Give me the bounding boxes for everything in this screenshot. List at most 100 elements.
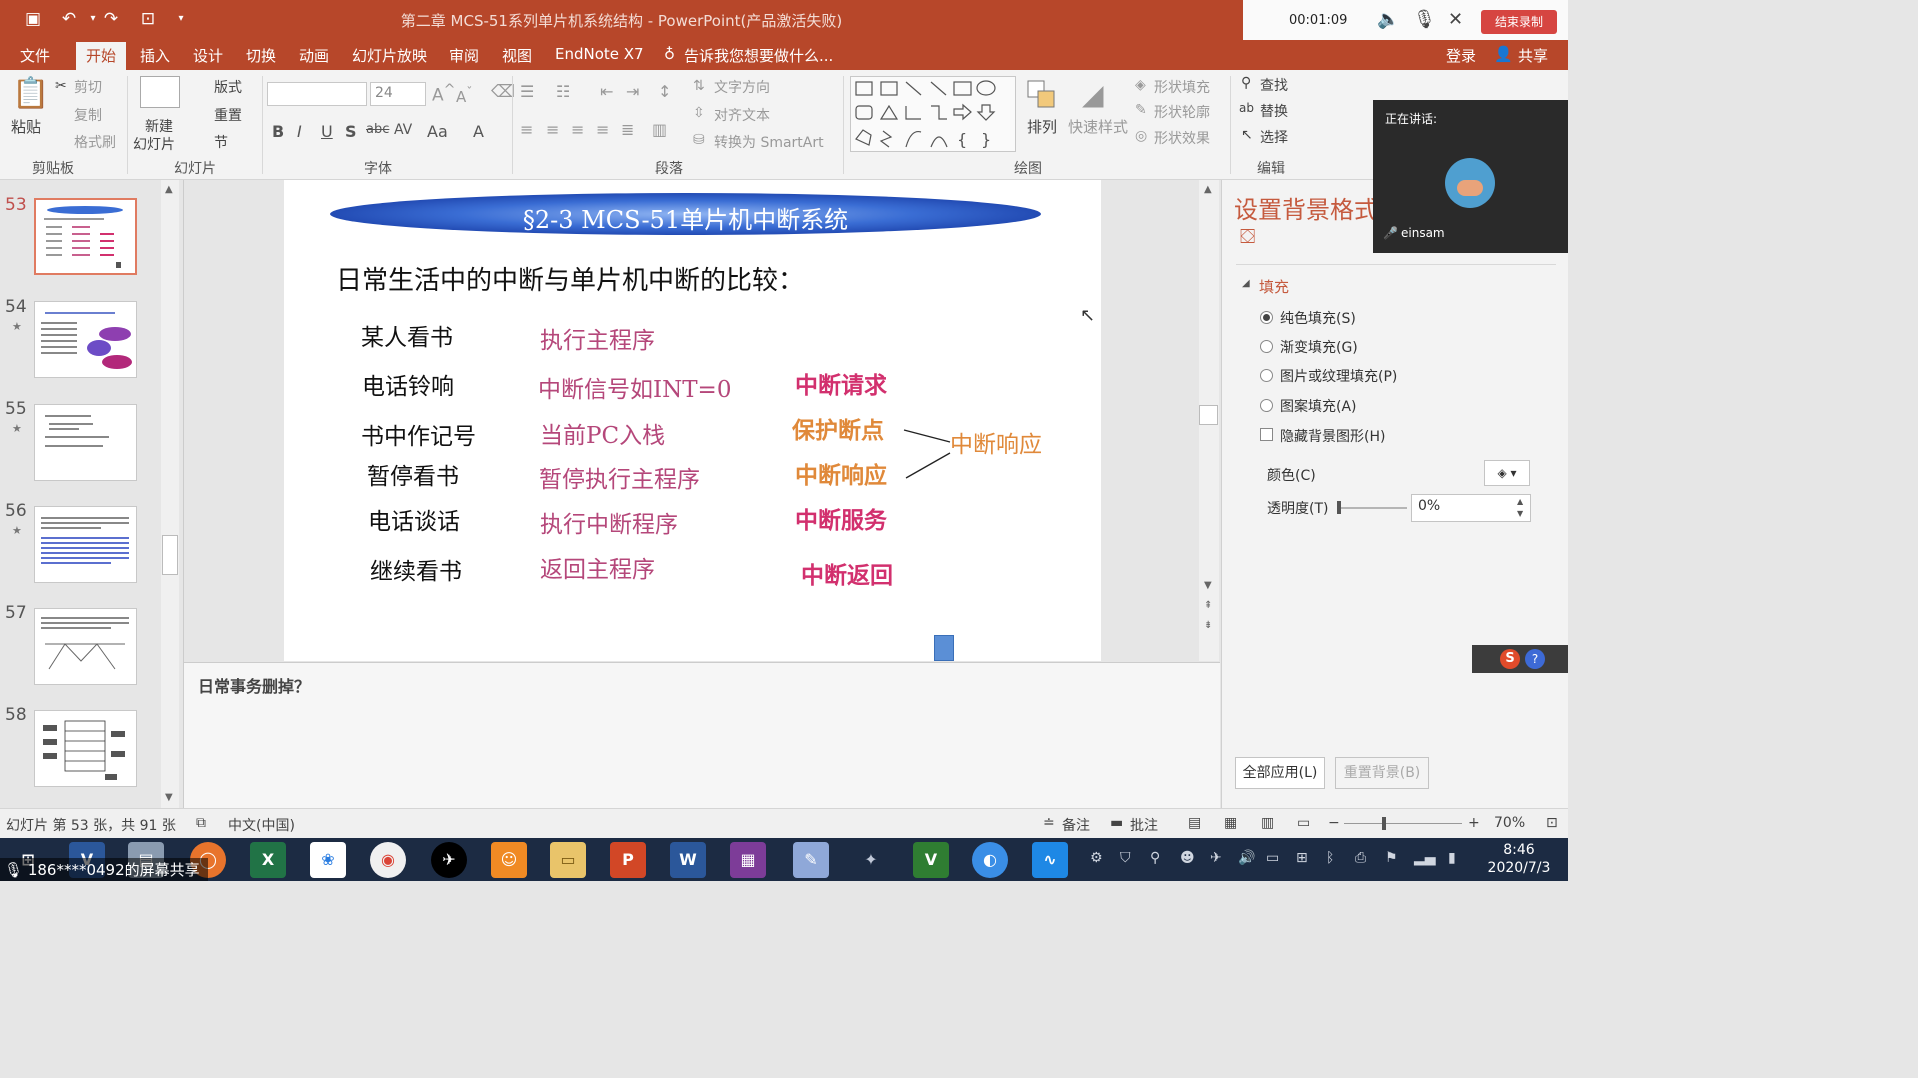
- picture-fill-radio[interactable]: [1260, 369, 1273, 382]
- collapse-icon[interactable]: ◢: [1242, 278, 1250, 289]
- shape-effects-button[interactable]: 形状效果: [1154, 128, 1210, 148]
- distributed-icon[interactable]: ≣: [621, 120, 634, 139]
- tab-view[interactable]: 视图: [502, 45, 532, 66]
- share-button[interactable]: 共享: [1518, 45, 1548, 66]
- planet-app-icon[interactable]: ◐: [972, 842, 1008, 878]
- align-right-icon[interactable]: ≡: [571, 120, 584, 139]
- pattern-fill-radio[interactable]: [1260, 399, 1273, 412]
- cut-button[interactable]: 剪切: [74, 77, 102, 97]
- hide-background-checkbox[interactable]: [1260, 428, 1273, 441]
- sogou-icon[interactable]: S: [1500, 649, 1520, 669]
- notes-button[interactable]: 备注: [1062, 815, 1090, 835]
- tab-file[interactable]: 文件: [20, 45, 50, 66]
- word-app-icon[interactable]: W: [670, 842, 706, 878]
- arrange-button[interactable]: 排列: [1027, 116, 1057, 137]
- arrange-icon[interactable]: [1025, 78, 1059, 112]
- qq-kids-app-icon[interactable]: ☺: [491, 842, 527, 878]
- tab-insert[interactable]: 插入: [140, 45, 170, 66]
- solid-fill-radio[interactable]: [1260, 311, 1273, 324]
- cloud-app-icon[interactable]: ❀: [310, 842, 346, 878]
- thumbnail-slide-58[interactable]: [34, 710, 137, 787]
- find-button[interactable]: 查找: [1260, 75, 1288, 95]
- slide-sorter-icon[interactable]: ▦: [1224, 815, 1237, 831]
- quick-styles-button[interactable]: 快速样式: [1068, 116, 1128, 137]
- v5-app-icon[interactable]: V: [913, 842, 949, 878]
- shrink-font-icon[interactable]: Aˇ: [456, 84, 473, 106]
- excel-app-icon[interactable]: X: [250, 842, 286, 878]
- font-size-select[interactable]: 24: [370, 82, 426, 106]
- zoom-in-icon[interactable]: +: [1468, 815, 1480, 831]
- tab-review[interactable]: 审阅: [449, 45, 479, 66]
- vpn-app-icon[interactable]: ✈: [431, 842, 467, 878]
- copy-button[interactable]: 复制: [74, 105, 102, 125]
- chrome-app-icon[interactable]: ◉: [370, 842, 406, 878]
- shape-outline-button[interactable]: 形状轮廓: [1154, 102, 1210, 122]
- align-left-icon[interactable]: ≡: [520, 120, 533, 139]
- help-icon[interactable]: ?: [1525, 649, 1545, 669]
- login-link[interactable]: 登录: [1446, 45, 1476, 66]
- flag-icon[interactable]: ⚑: [1385, 850, 1398, 866]
- thumbnail-slide-54[interactable]: [34, 301, 137, 378]
- display-icon[interactable]: ▭: [1266, 850, 1279, 866]
- new-slide-button-line2[interactable]: 幻灯片: [133, 134, 175, 154]
- shield-icon[interactable]: ⛉: [1120, 850, 1131, 866]
- printer-icon[interactable]: ⎙: [1355, 850, 1366, 866]
- scroll-up-icon[interactable]: ▲: [1204, 184, 1212, 195]
- bold-button[interactable]: B: [272, 122, 284, 141]
- increase-indent-icon[interactable]: ⇥: [626, 82, 639, 101]
- next-slide-icon[interactable]: ⇟: [1204, 620, 1212, 631]
- powerpoint-app-icon[interactable]: P: [610, 842, 646, 878]
- columns-icon[interactable]: ▥: [652, 120, 667, 139]
- apply-all-button[interactable]: 全部应用(L): [1235, 757, 1325, 789]
- file-explorer-icon[interactable]: ▭: [550, 842, 586, 878]
- app-icon[interactable]: ✦: [853, 842, 889, 878]
- thumbnail-scroll-thumb[interactable]: [162, 535, 178, 575]
- ime-toolbar[interactable]: S ?: [1472, 645, 1568, 673]
- slide-scroll-thumb[interactable]: [1199, 405, 1218, 425]
- new-slide-button-line1[interactable]: 新建: [145, 116, 173, 136]
- winrar-app-icon[interactable]: ▦: [730, 842, 766, 878]
- fill-section-header[interactable]: 填充: [1259, 276, 1289, 297]
- text-direction-button[interactable]: 文字方向: [714, 77, 770, 97]
- thumbnail-slide-56[interactable]: [34, 506, 137, 583]
- spinner-icon[interactable]: ▲ ▼: [1517, 496, 1523, 520]
- scroll-down-icon[interactable]: ▼: [1204, 580, 1212, 591]
- line-spacing-icon[interactable]: ↕: [658, 82, 671, 101]
- search-icon[interactable]: ⚲: [1150, 850, 1160, 866]
- network-app-icon[interactable]: ✈: [1210, 850, 1222, 866]
- zoom-level[interactable]: 70%: [1494, 815, 1525, 831]
- previous-slide-icon[interactable]: ⇞: [1204, 600, 1212, 611]
- change-case-button[interactable]: Aa: [427, 122, 448, 141]
- notes-pane[interactable]: 日常事务删掉？: [184, 662, 1220, 808]
- bullets-icon[interactable]: ☰: [520, 82, 534, 101]
- comments-button[interactable]: 批注: [1130, 815, 1158, 835]
- bluetooth-icon[interactable]: ᛒ: [1326, 850, 1334, 866]
- italic-button[interactable]: I: [297, 122, 302, 141]
- transparency-input[interactable]: 0%: [1411, 494, 1531, 522]
- font-color-button[interactable]: A: [473, 122, 484, 141]
- thumbnail-slide-55[interactable]: [34, 404, 137, 481]
- normal-view-icon[interactable]: ▤: [1188, 815, 1201, 831]
- decrease-indent-icon[interactable]: ⇤: [600, 82, 613, 101]
- scroll-down-icon[interactable]: ▼: [165, 792, 173, 803]
- close-icon[interactable]: ✕: [1448, 9, 1463, 30]
- new-slide-icon[interactable]: [140, 76, 180, 108]
- grow-font-icon[interactable]: A^: [432, 82, 456, 106]
- paste-icon[interactable]: 📋: [12, 76, 49, 111]
- tell-me-box[interactable]: 告诉我您想要做什么...: [684, 45, 833, 66]
- tab-transitions[interactable]: 切换: [246, 45, 276, 66]
- align-text-button[interactable]: 对齐文本: [714, 105, 770, 125]
- stop-recording-button[interactable]: 结束录制: [1481, 10, 1557, 34]
- underline-button[interactable]: U: [321, 122, 333, 141]
- tab-design[interactable]: 设计: [193, 45, 223, 66]
- spellcheck-icon[interactable]: ⧉: [196, 815, 206, 831]
- font-family-select[interactable]: [267, 82, 367, 106]
- justify-icon[interactable]: ≡: [596, 120, 609, 139]
- zoom-slider-handle[interactable]: [1382, 817, 1386, 830]
- quick-styles-icon[interactable]: ◢: [1082, 78, 1104, 111]
- layout-button[interactable]: 版式: [214, 77, 242, 97]
- ime-icon[interactable]: ⊞: [1296, 850, 1308, 866]
- section-button[interactable]: 节: [214, 132, 228, 152]
- thumbnail-slide-57[interactable]: [34, 608, 137, 685]
- tray-app-icon[interactable]: ⚙: [1090, 850, 1103, 866]
